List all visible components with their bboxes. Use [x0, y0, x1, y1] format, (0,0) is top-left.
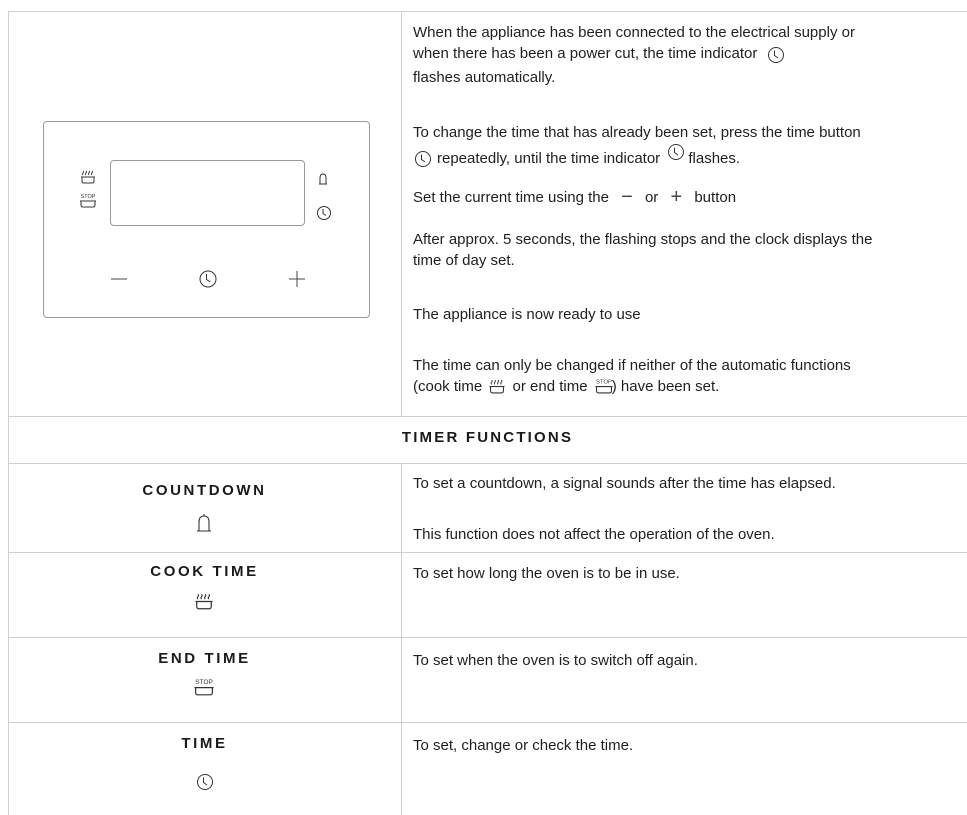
table-mid-border-bottom [401, 463, 402, 815]
row-divider-2 [8, 463, 967, 464]
bell-icon [319, 173, 327, 185]
row-divider-1 [8, 416, 967, 417]
section-title: TIMER FUNCTIONS [401, 429, 574, 446]
function-name-end-time: END TIME [158, 650, 251, 667]
row-divider-5 [8, 722, 967, 723]
intro-line-2-text: when there has been a power cut, the tim… [413, 45, 758, 62]
time-button[interactable] [197, 268, 219, 290]
plus-sign: + [670, 186, 683, 208]
row-divider-3 [8, 552, 967, 553]
cook-time-icon [81, 170, 95, 184]
function-name-time: TIME [181, 735, 228, 752]
stop-label: STOP [195, 679, 213, 686]
intro-line-11-c: ) have been set. [611, 378, 720, 395]
button-text: button [694, 189, 737, 206]
plus-button[interactable] [286, 268, 308, 290]
clock-icon [317, 206, 331, 220]
cook-time-icon [489, 379, 505, 394]
intro-line-10: The time can only be changed if neither … [413, 357, 851, 374]
clock-icon [415, 151, 431, 167]
clock-icon [199, 270, 217, 288]
row-divider-4 [8, 637, 967, 638]
cook-time-icon [195, 593, 213, 610]
function-desc-end-time: To set when the oven is to switch off ag… [413, 652, 698, 669]
clock-icon [668, 144, 685, 160]
function-desc-cook-time: To set how long the oven is to be in use… [413, 565, 680, 582]
clock-icon [197, 774, 213, 790]
table-top-border [8, 11, 967, 12]
intro-line-7: After approx. 5 seconds, the flashing st… [413, 231, 873, 248]
intro-line-11-b: or end time [512, 378, 588, 395]
plus-icon [289, 271, 305, 287]
bell-icon [197, 514, 211, 532]
minus-sign: − [621, 186, 633, 208]
intro-line-11-a: (cook time [413, 378, 483, 395]
function-name-cook-time: COOK TIME [150, 563, 259, 580]
intro-line-6-text: Set the current time using the [413, 189, 609, 206]
end-time-icon: STOP [194, 679, 214, 696]
function-name-countdown: COUNTDOWN [142, 482, 267, 499]
minus-button[interactable] [108, 268, 130, 290]
intro-line-6: Set the current time using the − or + bu… [413, 187, 736, 208]
clock-icon [767, 47, 784, 63]
function-desc-time: To set, change or check the time. [413, 737, 634, 754]
table-left-border [8, 11, 9, 815]
intro-line-2: when there has been a power cut, the tim… [413, 43, 786, 65]
stop-label: STOP [596, 379, 612, 385]
stop-label: STOP [81, 194, 96, 200]
minus-icon [111, 278, 127, 280]
intro-line-8: time of day set. [413, 252, 515, 269]
intro-line-5-text: repeatedly, until the time indicator [437, 150, 661, 167]
intro-line-9: The appliance is now ready to use [413, 306, 641, 323]
intro-line-5-end: flashes. [688, 150, 741, 167]
panel-display [110, 160, 305, 226]
table-mid-border-top [401, 11, 402, 416]
end-time-icon: STOP [595, 379, 613, 394]
intro-line-11: (cook time or end time STOP ) have been … [413, 376, 719, 397]
or-text: or [644, 189, 659, 206]
intro-line-1: When the appliance has been connected to… [413, 24, 855, 41]
function-desc-countdown-2: This function does not affect the operat… [413, 526, 775, 543]
intro-line-5: repeatedly, until the time indicator fla… [413, 142, 740, 169]
intro-line-4: To change the time that has already been… [413, 124, 861, 141]
end-time-icon: STOP [80, 194, 96, 208]
function-desc-countdown-1: To set a countdown, a signal sounds afte… [413, 475, 836, 492]
intro-line-3: flashes automatically. [413, 69, 556, 86]
